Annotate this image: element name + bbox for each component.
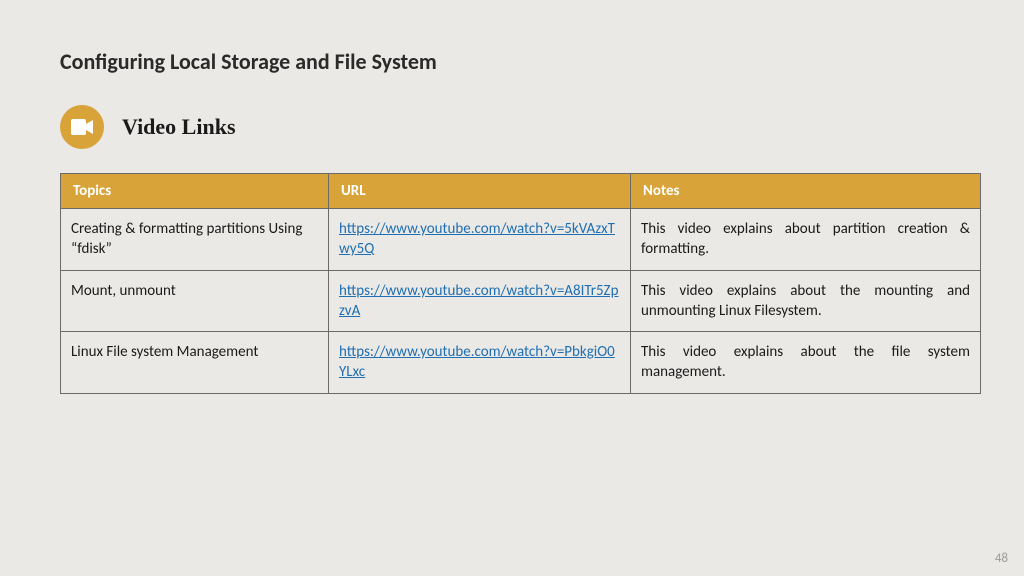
cell-notes: This video explains about the file syste…	[631, 332, 981, 394]
cell-topic: Linux File system Management	[61, 332, 329, 394]
cell-url: https://www.youtube.com/watch?v=A8ITr5Zp…	[329, 270, 631, 332]
col-header-notes: Notes	[631, 174, 981, 209]
cell-url: https://www.youtube.com/watch?v=5kVAzxTw…	[329, 209, 631, 271]
table-row: Creating & formatting partitions Using “…	[61, 209, 981, 271]
cell-notes: This video explains about the mounting a…	[631, 270, 981, 332]
cell-topic: Mount, unmount	[61, 270, 329, 332]
video-link[interactable]: https://www.youtube.com/watch?v=A8ITr5Zp…	[339, 282, 618, 320]
cell-topic: Creating & formatting partitions Using “…	[61, 209, 329, 271]
cell-url: https://www.youtube.com/watch?v=PbkgiO0Y…	[329, 332, 631, 394]
cell-notes: This video explains about partition crea…	[631, 209, 981, 271]
video-link[interactable]: https://www.youtube.com/watch?v=5kVAzxTw…	[339, 220, 615, 258]
table-row: Mount, unmount https://www.youtube.com/w…	[61, 270, 981, 332]
table-row: Linux File system Management https://www…	[61, 332, 981, 394]
video-link[interactable]: https://www.youtube.com/watch?v=PbkgiO0Y…	[339, 343, 615, 381]
video-links-table: Topics URL Notes Creating & formatting p…	[60, 173, 981, 394]
page-title: Configuring Local Storage and File Syste…	[60, 48, 964, 75]
section-header: Video Links	[60, 105, 964, 149]
col-header-url: URL	[329, 174, 631, 209]
page-number: 48	[995, 551, 1008, 566]
section-title: Video Links	[122, 114, 236, 140]
video-icon	[60, 105, 104, 149]
col-header-topics: Topics	[61, 174, 329, 209]
